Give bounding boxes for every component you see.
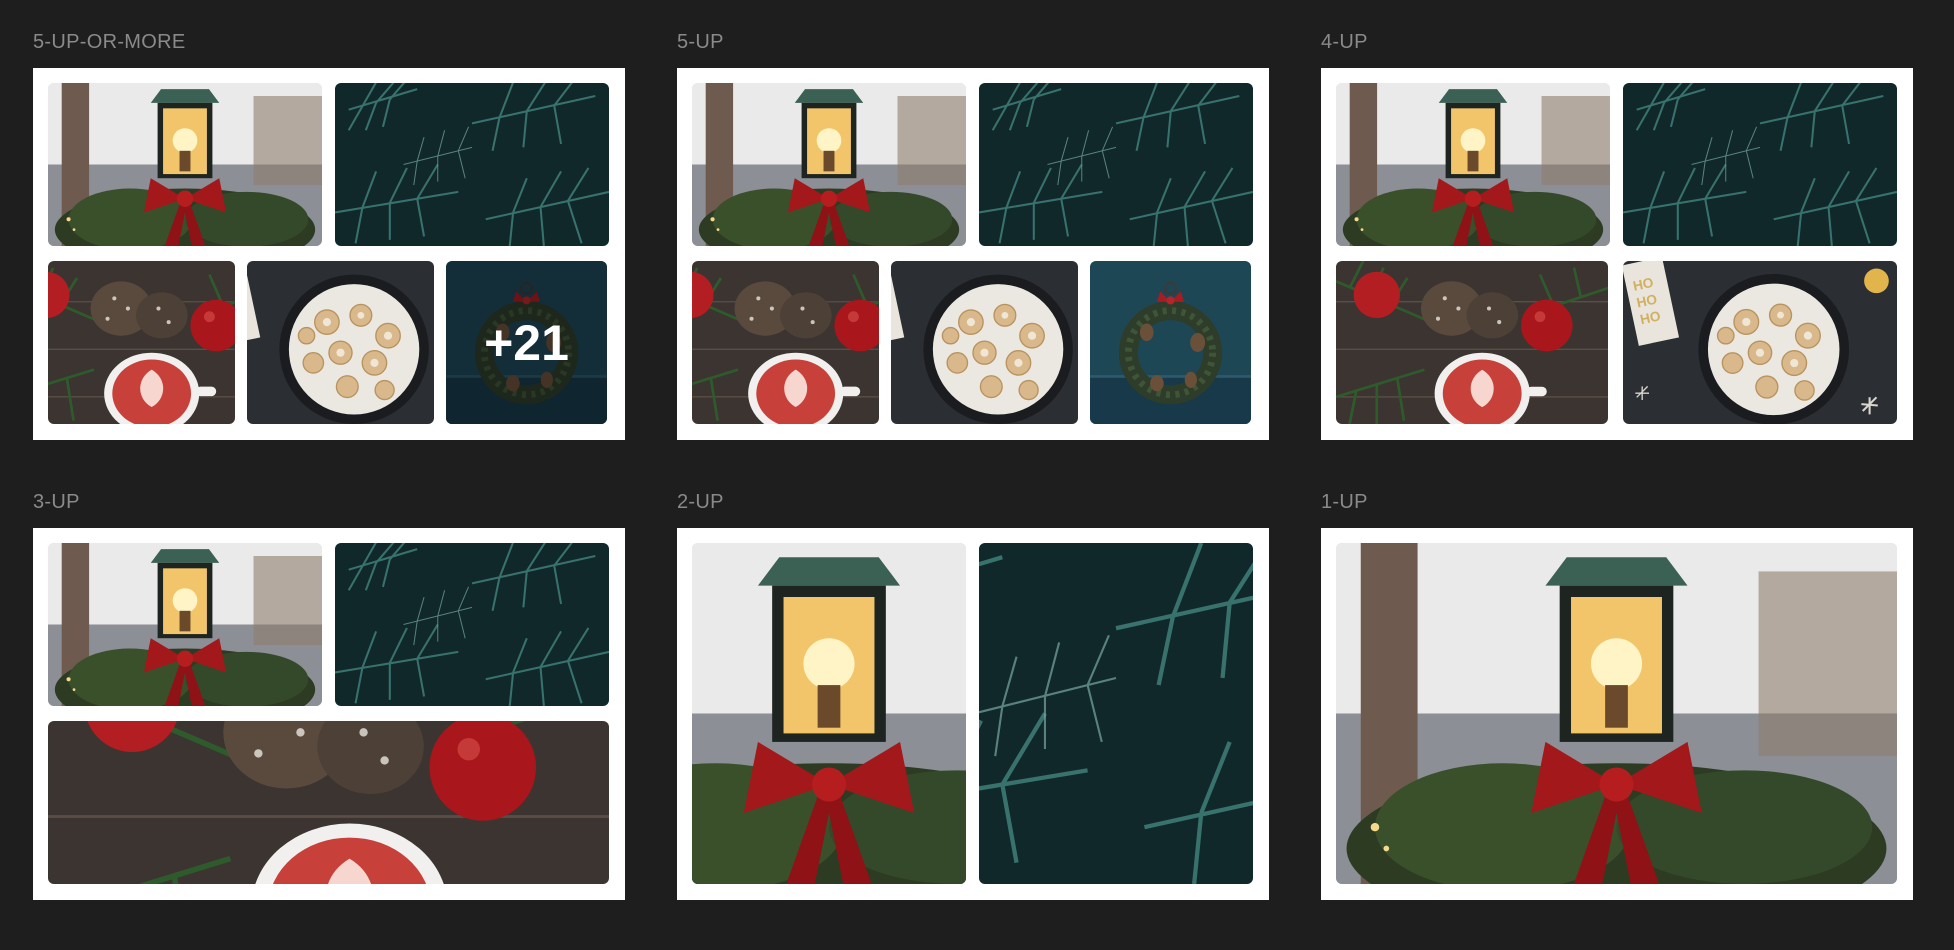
lamp-photo[interactable] — [48, 83, 322, 246]
layout-5-up-or-more: 5-UP-OR-MORE +21 — [33, 30, 625, 442]
lamp-photo[interactable] — [1336, 83, 1610, 246]
photo-grid-card — [677, 68, 1269, 440]
lamp-photo[interactable] — [48, 543, 322, 706]
section-label: 4-UP — [1321, 31, 1368, 53]
layout-4-up: 4-UP — [1321, 30, 1913, 442]
wreath-door-photo[interactable] — [1090, 261, 1251, 424]
cocoa-pinecones-photo[interactable] — [692, 261, 879, 424]
layout-5-up: 5-UP — [677, 30, 1269, 442]
pine-branches-photo[interactable] — [335, 543, 609, 706]
section-label: 1-UP — [1321, 491, 1368, 513]
cookies-plate-photo[interactable] — [247, 261, 434, 424]
more-count-overlay[interactable]: +21 — [446, 261, 607, 424]
pine-branches-photo[interactable] — [1623, 83, 1897, 246]
photo-grid-card — [677, 528, 1269, 900]
section-label: 5-UP-OR-MORE — [33, 31, 186, 53]
photo-grid-card — [1321, 68, 1913, 440]
cookies-plate-photo[interactable] — [891, 261, 1078, 424]
photo-grid-card: +21 — [33, 68, 625, 440]
photo-grid-card — [1321, 528, 1913, 900]
section-label: 3-UP — [33, 491, 80, 513]
photo-grid-card — [33, 528, 625, 900]
pine-branches-photo[interactable] — [979, 543, 1253, 884]
lamp-photo[interactable] — [692, 83, 966, 246]
wreath-door-photo[interactable]: +21 — [446, 261, 607, 424]
lamp-photo[interactable] — [692, 543, 966, 884]
section-label: 5-UP — [677, 31, 724, 53]
section-label: 2-UP — [677, 491, 724, 513]
layout-1-up: 1-UP — [1321, 490, 1913, 902]
pine-branches-photo[interactable] — [979, 83, 1253, 246]
lamp-photo[interactable] — [1336, 543, 1897, 884]
cocoa-pinecones-photo[interactable] — [48, 261, 235, 424]
cookies-plate-photo[interactable] — [1623, 261, 1897, 424]
layout-2-up: 2-UP — [677, 490, 1269, 902]
cocoa-pinecones-photo[interactable] — [1336, 261, 1608, 424]
pine-branches-photo[interactable] — [335, 83, 609, 246]
cocoa-pinecones-photo[interactable] — [48, 721, 609, 884]
layout-3-up: 3-UP — [33, 490, 625, 902]
